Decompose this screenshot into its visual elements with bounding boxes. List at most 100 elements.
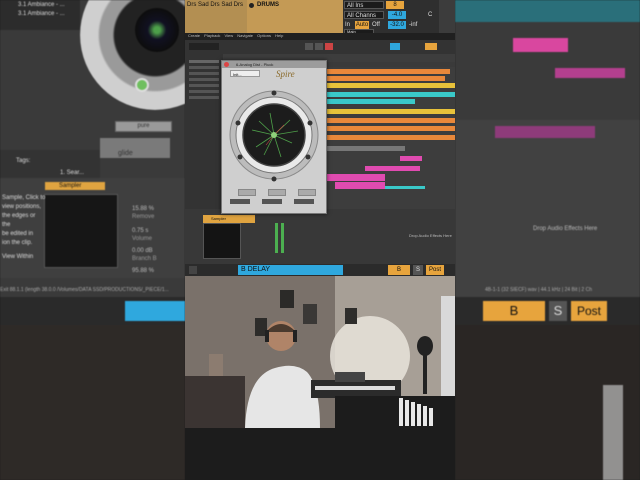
file-item[interactable]: 3.1 Ambiance - ... [18, 2, 65, 8]
fold-icon[interactable] [249, 3, 254, 8]
track-names: Drs Sad Drs Sad Drs [187, 2, 244, 8]
track-name-block[interactable]: Drs Sad Drs Sad Drs [185, 0, 247, 33]
clip[interactable] [385, 186, 425, 189]
preset-selector[interactable]: pure [115, 121, 172, 132]
stat-label: Volume [132, 236, 153, 242]
below-frame [185, 428, 455, 480]
synth-plugin-window[interactable]: 6-Analog Dist - Pluck Init... Spire [221, 60, 327, 214]
browser-footer: Tags: 1. Sear... [0, 150, 100, 178]
clip[interactable] [400, 156, 422, 161]
clip[interactable] [365, 166, 420, 171]
clip[interactable] [555, 68, 625, 78]
device-post-button[interactable]: Post [426, 265, 444, 275]
sampler-title[interactable]: Sampler [45, 182, 105, 190]
tags-label: Tags: [16, 158, 31, 164]
clip[interactable] [325, 99, 415, 104]
track-number[interactable]: 8 [386, 1, 404, 9]
device-b-button[interactable]: B [388, 265, 410, 275]
stat-value[interactable]: 95.88 % [132, 268, 154, 274]
group-header[interactable]: DRUMS [247, 0, 343, 33]
browser-item[interactable] [189, 90, 219, 93]
clip[interactable] [513, 38, 568, 52]
device-b-button[interactable]: B [483, 301, 545, 321]
clip[interactable] [325, 126, 455, 131]
browser-item[interactable] [189, 72, 219, 75]
zoomed-plugin-knob [80, 0, 185, 110]
scroll-strip[interactable] [439, 0, 455, 33]
stat-label: Remove [132, 214, 155, 220]
clip[interactable] [325, 92, 455, 97]
browser-item[interactable] [189, 96, 219, 99]
input-channel-select[interactable]: All Channs [344, 11, 384, 19]
plugin-logo: Spire [276, 69, 295, 79]
stat-label: Branch B [132, 256, 157, 262]
tempo-field[interactable] [189, 43, 219, 50]
pan-field[interactable]: C [428, 12, 432, 18]
param-button[interactable] [238, 189, 256, 196]
browser-item[interactable] [189, 60, 219, 63]
track-header-strip: Drs Sad Drs Sad Drs DRUMS All Ins All Ch… [185, 0, 455, 34]
browser-item[interactable] [189, 78, 219, 81]
search-hint: 1. Sear... [60, 170, 85, 176]
menu-navigate[interactable]: Navigate [237, 33, 253, 38]
sampler-mini-display[interactable] [203, 223, 241, 259]
device-title-zoom[interactable] [125, 301, 185, 321]
clip[interactable] [325, 76, 445, 81]
clip[interactable] [335, 182, 385, 189]
follow-button[interactable] [390, 43, 400, 50]
play-button[interactable] [305, 43, 313, 50]
slider[interactable] [294, 199, 314, 204]
device-title-bar: B DELAY B S Post [185, 264, 455, 276]
stat-value[interactable]: 0.00 dB [132, 248, 153, 254]
plugin-title[interactable]: 6-Analog Dist - Pluck [222, 61, 326, 68]
sampler-mini-title[interactable]: Sampler [203, 215, 255, 223]
menu-playback[interactable]: Playback [204, 33, 220, 38]
file-item[interactable]: 3.1 Ambiance - ... [18, 11, 65, 17]
monitor-auto[interactable]: Auto [355, 21, 369, 29]
screen-recording: Drs Sad Drs Sad Drs DRUMS All Ins All Ch… [185, 0, 455, 480]
slider[interactable] [230, 199, 250, 204]
stat-value[interactable]: 15.88 % [132, 206, 154, 212]
record-button[interactable] [325, 43, 333, 50]
clip[interactable] [325, 62, 455, 67]
device-post-button[interactable]: Post [571, 301, 607, 321]
monitor-off[interactable]: Off [372, 22, 380, 28]
browser-item[interactable] [189, 84, 219, 87]
glide-knob[interactable]: glide [100, 138, 170, 158]
stat-value[interactable]: 0.75 s [132, 228, 148, 234]
device-strip-zoom [0, 297, 185, 325]
clip[interactable] [495, 126, 595, 138]
view-within-label: View Within [2, 254, 34, 260]
slider[interactable] [262, 199, 282, 204]
stop-button[interactable] [315, 43, 323, 50]
send-field-2[interactable]: -inf [409, 22, 417, 28]
clip[interactable] [325, 118, 455, 123]
volume-field[interactable]: -4.0 [388, 11, 406, 19]
clip[interactable] [325, 69, 450, 74]
clip[interactable] [325, 135, 455, 140]
clip[interactable] [325, 83, 455, 88]
clip[interactable] [325, 109, 455, 114]
clip[interactable] [325, 174, 385, 181]
file-list: 3.1 Ambiance - ... 3.1 Ambiance - ... [0, 0, 80, 30]
device-toggle[interactable] [189, 266, 197, 274]
send-field[interactable]: -32.0 [388, 21, 406, 29]
clip[interactable] [325, 146, 405, 151]
menu-help[interactable]: Help [275, 33, 283, 38]
menu-create[interactable]: Create [188, 33, 200, 38]
param-button[interactable] [268, 189, 286, 196]
preset-field[interactable]: Init... [230, 70, 260, 77]
param-button[interactable] [298, 189, 316, 196]
device-s-button[interactable]: S [549, 301, 567, 321]
menu-options[interactable]: Options [257, 33, 271, 38]
close-icon[interactable] [224, 62, 229, 67]
menu-view[interactable]: View [225, 33, 234, 38]
sampler-display[interactable] [44, 194, 118, 268]
device-name[interactable]: B DELAY [238, 265, 343, 275]
browser-item[interactable] [189, 66, 219, 69]
device-s-button[interactable]: S [413, 265, 423, 275]
monitor-in[interactable]: In [345, 22, 350, 28]
plugin-dial[interactable] [226, 85, 322, 185]
input-type-select[interactable]: All Ins [344, 1, 384, 9]
clip[interactable] [455, 0, 640, 22]
